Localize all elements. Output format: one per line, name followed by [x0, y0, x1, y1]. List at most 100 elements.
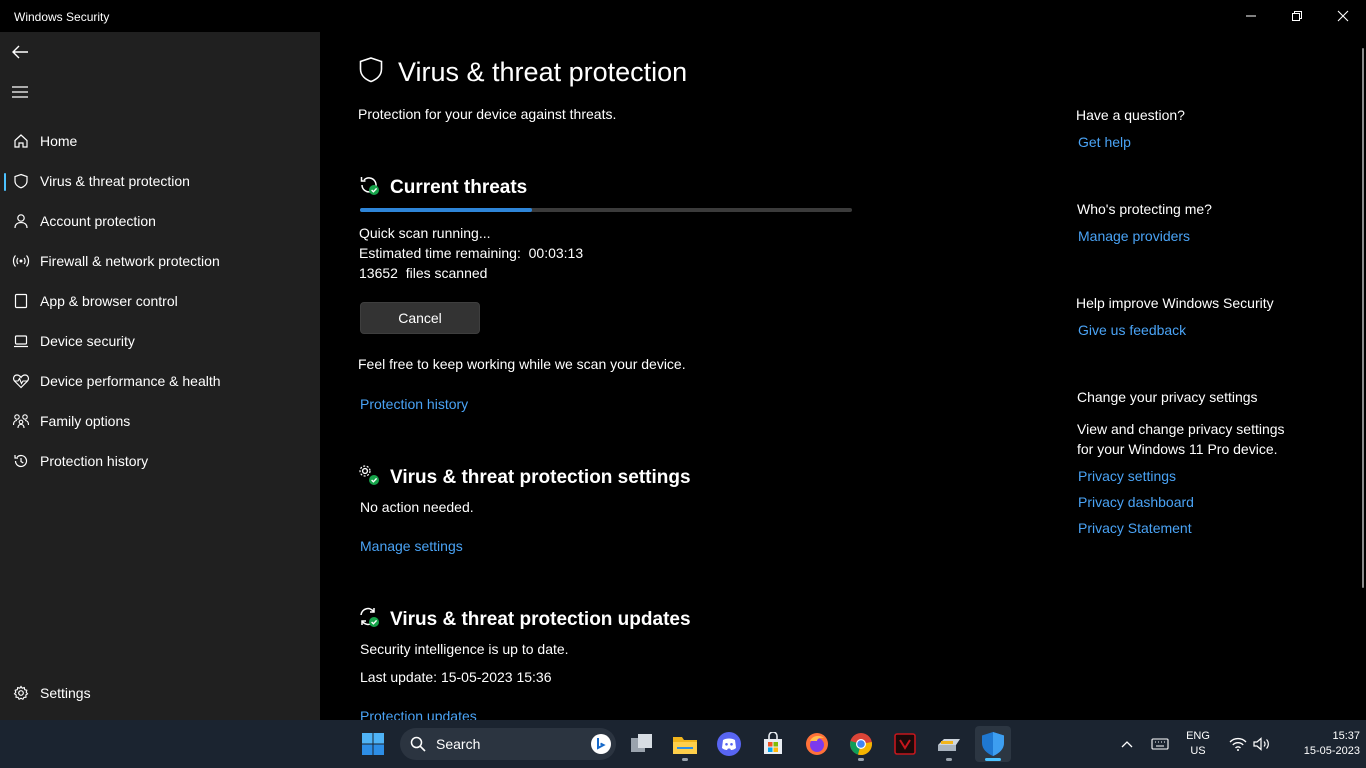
close-button[interactable]: [1320, 0, 1366, 32]
keyboard-icon: [1151, 738, 1169, 750]
wifi-icon: [1229, 737, 1247, 751]
start-button[interactable]: [355, 726, 391, 762]
restore-icon: [1292, 11, 1302, 21]
vertical-scrollbar[interactable]: [1362, 48, 1364, 588]
file-explorer-button[interactable]: [667, 726, 703, 762]
privacy-statement-link[interactable]: Privacy Statement: [1078, 520, 1192, 536]
family-icon: [12, 412, 30, 430]
running-indicator: [946, 758, 952, 761]
privacy-heading: Change your privacy settings: [1077, 389, 1258, 405]
language-line: US: [1190, 745, 1206, 757]
laptop-icon: [12, 332, 30, 350]
improve-heading: Help improve Windows Security: [1076, 295, 1274, 311]
scan-status-block: Quick scan running... Estimated time rem…: [359, 223, 583, 283]
app-title: Windows Security: [14, 10, 110, 24]
person-icon: [12, 212, 30, 230]
sidebar-item-firewall[interactable]: Firewall & network protection: [0, 241, 320, 281]
antenna-icon: [12, 252, 30, 270]
windows-security-button[interactable]: [975, 726, 1011, 762]
protection-updates-title: Virus & threat protection updates: [390, 608, 691, 630]
chrome-button[interactable]: [843, 726, 879, 762]
show-hidden-icons-button[interactable]: [1110, 726, 1144, 762]
privacy-text: View and change privacy settings for you…: [1077, 419, 1285, 459]
files-scanned-count: 13652: [359, 265, 398, 281]
discord-icon: [717, 732, 741, 756]
firefox-icon: [806, 733, 828, 755]
sidebar-item-app-browser[interactable]: App & browser control: [0, 281, 320, 321]
sidebar-item-account-protection[interactable]: Account protection: [0, 201, 320, 241]
clock[interactable]: 15:37 15-05-2023: [1280, 729, 1360, 759]
history-icon: [12, 452, 30, 470]
updates-status: Security intelligence is up to date.: [360, 641, 569, 657]
bing-icon: [591, 734, 611, 754]
sidebar-item-settings[interactable]: Settings: [0, 673, 320, 713]
protection-updates-link[interactable]: Protection updates: [360, 708, 477, 720]
sidebar-item-home[interactable]: Home: [0, 121, 320, 161]
gear-icon: [12, 684, 30, 702]
touch-keyboard-button[interactable]: [1143, 726, 1177, 762]
quick-settings-button[interactable]: [1222, 726, 1278, 762]
sidebar-item-device-security[interactable]: Device security: [0, 321, 320, 361]
privacy-text-line: View and change privacy settings: [1077, 421, 1285, 437]
sidebar-item-device-performance[interactable]: Device performance & health: [0, 361, 320, 401]
get-help-link[interactable]: Get help: [1078, 134, 1131, 150]
feedback-link[interactable]: Give us feedback: [1078, 322, 1186, 338]
protection-settings-title: Virus & threat protection settings: [390, 466, 691, 488]
windows-logo-icon: [362, 733, 384, 755]
current-threats-header: Current threats: [358, 174, 527, 201]
sidebar-item-virus-threat-protection[interactable]: Virus & threat protection: [0, 161, 320, 201]
chrome-icon: [850, 733, 872, 756]
discord-button[interactable]: [711, 726, 747, 762]
minimize-button[interactable]: [1228, 0, 1274, 32]
menu-button[interactable]: [8, 80, 32, 104]
heart-pulse-icon: [12, 372, 30, 390]
estimated-time: Estimated time remaining: 00:03:13: [359, 243, 583, 263]
windows-security-shield-icon: [982, 732, 1004, 756]
hamburger-icon: [12, 86, 28, 98]
microsoft-store-button[interactable]: [755, 726, 791, 762]
sidebar-item-label: Device performance & health: [40, 373, 221, 389]
home-icon: [12, 132, 30, 150]
update-refresh-icon: [358, 606, 380, 633]
sidebar-item-family-options[interactable]: Family options: [0, 401, 320, 441]
back-arrow-icon: [12, 45, 28, 59]
sidebar-item-protection-history[interactable]: Protection history: [0, 441, 320, 481]
language-indicator[interactable]: ENG US: [1180, 729, 1216, 759]
language-line: ENG: [1186, 730, 1210, 742]
scan-history-icon: [358, 174, 380, 201]
restore-button[interactable]: [1274, 0, 1320, 32]
last-update-text: Last update: 15-05-2023 15:36: [360, 669, 552, 685]
protecting-heading: Who's protecting me?: [1077, 201, 1212, 217]
protection-settings-status: No action needed.: [360, 499, 474, 515]
task-view-icon: [631, 734, 652, 752]
active-indicator: [985, 758, 1001, 761]
shield-icon: [358, 56, 384, 89]
app-drive-button[interactable]: [931, 726, 967, 762]
privacy-dashboard-link[interactable]: Privacy dashboard: [1078, 494, 1194, 510]
estimated-time-label: Estimated time remaining:: [359, 245, 521, 261]
privacy-settings-link[interactable]: Privacy settings: [1078, 468, 1176, 484]
sidebar-item-label: Protection history: [40, 453, 149, 469]
app-red-button[interactable]: [887, 726, 923, 762]
current-threats-title: Current threats: [390, 176, 528, 198]
title-bar: Windows Security: [0, 0, 1366, 32]
chevron-up-icon: [1121, 741, 1133, 748]
sidebar-item-label: Firewall & network protection: [40, 253, 220, 269]
files-scanned-label: files scanned: [405, 265, 488, 281]
manage-providers-link[interactable]: Manage providers: [1078, 228, 1190, 244]
back-button[interactable]: [8, 40, 32, 64]
taskbar-search[interactable]: Search: [400, 728, 616, 760]
close-icon: [1337, 10, 1349, 22]
clock-time: 15:37: [1332, 730, 1360, 742]
estimated-time-value: 00:03:13: [528, 245, 584, 261]
running-indicator: [858, 758, 864, 761]
store-icon: [764, 732, 782, 754]
protection-history-link[interactable]: Protection history: [360, 396, 468, 412]
manage-settings-link[interactable]: Manage settings: [360, 538, 463, 554]
sidebar-item-label: Family options: [40, 413, 131, 429]
sidebar-item-label: Device security: [40, 333, 135, 349]
task-view-button[interactable]: [624, 726, 660, 762]
firefox-button[interactable]: [799, 726, 835, 762]
cancel-scan-button[interactable]: Cancel: [360, 302, 480, 334]
scan-info-text: Feel free to keep working while we scan …: [358, 356, 686, 372]
